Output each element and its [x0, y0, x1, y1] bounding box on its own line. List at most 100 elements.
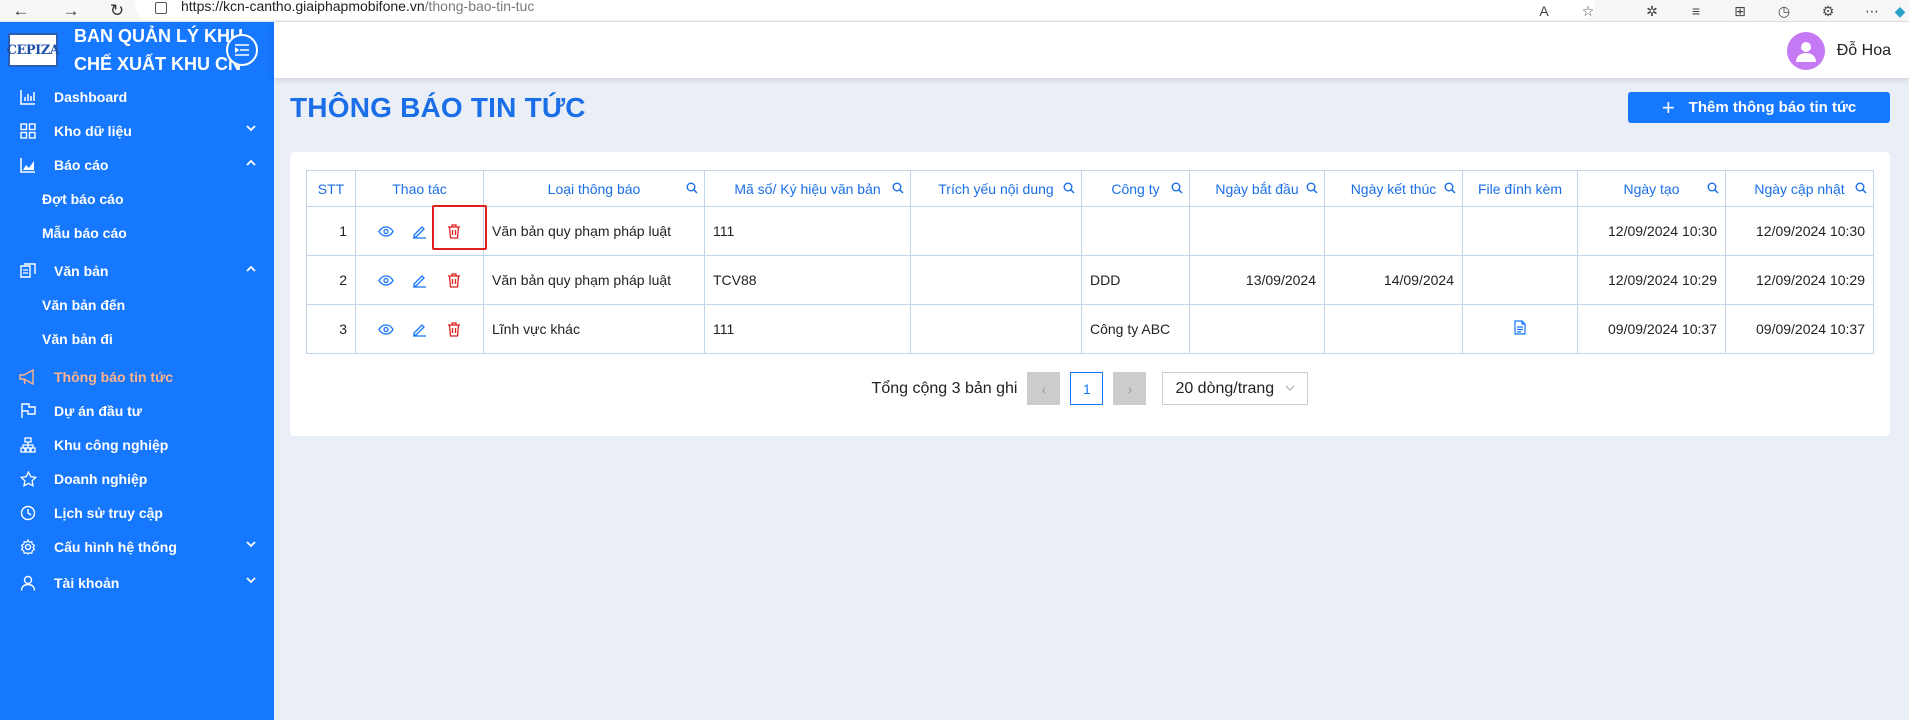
sidebar-item-tai-khoan[interactable]: Tài khoản	[0, 566, 274, 600]
forward-icon[interactable]: →	[60, 0, 82, 22]
brand-title: BAN QUẢN LÝ KHU CHẾ XUẤT KHU CN	[74, 26, 243, 74]
chevron-down-icon	[246, 577, 256, 584]
cell-stt: 1	[306, 206, 356, 256]
more-icon[interactable]: ⋯	[1863, 2, 1881, 20]
page-number-button[interactable]: 1	[1070, 372, 1104, 405]
copilot-icon[interactable]: ◆	[1891, 2, 1909, 20]
clock-icon	[18, 503, 38, 523]
column-header-ngay-ket-thuc: Ngày kết thúc	[1324, 170, 1463, 207]
search-icon[interactable]	[892, 182, 904, 194]
add-news-button[interactable]: + Thêm thông báo tin tức	[1628, 92, 1890, 123]
search-icon[interactable]	[686, 182, 698, 194]
sidebar-item-lich-su-truy-cap[interactable]: Lịch sử truy cập	[0, 496, 274, 530]
cell-ma-so: 111	[704, 304, 911, 354]
cell-file	[1462, 206, 1578, 256]
column-header-label: Mã số/ Ký hiệu văn bản	[734, 180, 881, 197]
search-icon[interactable]	[1171, 182, 1183, 194]
delete-trash-icon[interactable]	[444, 270, 464, 290]
column-header-label: Thao tác	[392, 180, 447, 197]
sidebar-item-doanh-nghiep[interactable]: Doanh nghiệp	[0, 462, 274, 496]
sidebar-item-van-ban-di[interactable]: Văn bản đi	[0, 322, 274, 356]
cell-ngay-tao: 12/09/2024 10:30	[1577, 206, 1726, 256]
sidebar-item-bao-cao[interactable]: Báo cáo	[0, 148, 274, 182]
sidebar-item-label: Tài khoản	[54, 575, 120, 591]
next-page-button[interactable]: ›	[1113, 372, 1147, 405]
column-header-label: Trích yếu nội dung	[938, 180, 1054, 197]
favorite-star-icon[interactable]: ☆	[1579, 2, 1597, 20]
edit-pencil-icon[interactable]	[410, 319, 430, 339]
search-icon[interactable]	[1444, 182, 1456, 194]
sidebar-item-kho-du-lieu[interactable]: Kho dữ liệu	[0, 114, 274, 148]
column-header-label: Ngày kết thúc	[1350, 180, 1437, 197]
reload-icon[interactable]: ↻	[106, 0, 128, 22]
sidebar-item-label: Văn bản đi	[42, 331, 113, 347]
search-icon[interactable]	[1063, 182, 1075, 194]
star-icon	[18, 469, 38, 489]
sidebar-item-khu-cong-nghiep[interactable]: Khu công nghiệp	[0, 428, 274, 462]
lock-icon	[155, 2, 167, 14]
sidebar-item-van-ban[interactable]: Văn bản	[0, 254, 274, 288]
collections-icon[interactable]: ⊞	[1731, 2, 1749, 20]
prev-page-button[interactable]: ‹	[1027, 372, 1061, 405]
delete-trash-icon[interactable]	[431, 205, 487, 250]
sidebar-item-dot-bao-cao[interactable]: Đợt báo cáo	[0, 182, 274, 216]
chevron-down-icon	[1285, 385, 1295, 391]
performance-icon[interactable]: ⚙	[1819, 2, 1837, 20]
column-header-thao-tac: Thao tác	[355, 170, 484, 207]
cell-ngay-bat-dau: 13/09/2024	[1189, 255, 1325, 305]
sidebar-item-label: Thông báo tin tức	[54, 369, 174, 385]
search-icon[interactable]	[1707, 182, 1719, 194]
top-header: Đỗ Hoa	[274, 22, 1909, 78]
edit-pencil-icon[interactable]	[410, 221, 430, 241]
sidebar-item-thong-bao-tin-tuc[interactable]: Thông báo tin tức	[0, 360, 274, 394]
delete-trash-icon[interactable]	[444, 319, 464, 339]
cell-loai: Lĩnh vực khác	[483, 304, 705, 354]
column-header-label: File đính kèm	[1477, 180, 1563, 197]
chevron-down-icon	[246, 541, 256, 548]
sidebar-item-dashboard[interactable]: Dashboard	[0, 80, 274, 114]
favorites-icon[interactable]: ≡	[1687, 2, 1705, 20]
menu-collapse-icon[interactable]	[226, 34, 258, 66]
user-icon	[18, 573, 38, 593]
cell-trich-yeu	[910, 255, 1082, 305]
read-aloud-icon[interactable]: A	[1535, 2, 1553, 20]
column-header-loai-thong-bao: Loại thông báo	[483, 170, 705, 207]
column-header-ngay-bat-dau: Ngày bắt đầu	[1189, 170, 1325, 207]
cell-ngay-bat-dau	[1189, 206, 1325, 256]
history-icon[interactable]: ◷	[1775, 2, 1793, 20]
extensions-icon[interactable]: ✲	[1643, 2, 1661, 20]
file-attachment-icon[interactable]	[1514, 320, 1526, 338]
pagination-total: Tổng cộng 3 bản ghi	[871, 379, 1018, 397]
edit-pencil-icon[interactable]	[410, 270, 430, 290]
view-eye-icon[interactable]	[376, 319, 396, 339]
cell-trich-yeu	[910, 206, 1082, 256]
sidebar-item-du-an-dau-tu[interactable]: Dự án đầu tư	[0, 394, 274, 428]
brand: CEPIZA BAN QUẢN LÝ KHU CHẾ XUẤT KHU CN	[0, 22, 274, 78]
cell-ngay-ket-thuc	[1324, 206, 1463, 256]
search-icon[interactable]	[1855, 182, 1867, 194]
sidebar-item-van-ban-den[interactable]: Văn bản đến	[0, 288, 274, 322]
back-icon[interactable]: ←	[10, 0, 32, 22]
view-eye-icon[interactable]	[376, 221, 396, 241]
megaphone-icon	[18, 367, 38, 387]
url-host: https://kcn-cantho.giaiphapmobifone.vn	[181, 0, 425, 14]
search-icon[interactable]	[1306, 182, 1318, 194]
sidebar-item-label: Văn bản	[54, 263, 109, 279]
sidebar-item-mau-bao-cao[interactable]: Mẫu báo cáo	[0, 216, 274, 250]
sidebar-item-cau-hinh-he-thong[interactable]: Cấu hình hệ thống	[0, 530, 274, 564]
address-bar[interactable]: https://kcn-cantho.giaiphapmobifone.vn/t…	[135, 0, 1595, 20]
column-header-stt: STT	[306, 170, 356, 207]
cell-ngay-cap-nhat: 12/09/2024 10:30	[1725, 206, 1874, 256]
cell-actions	[355, 255, 484, 305]
cell-cong-ty: Công ty ABC	[1081, 304, 1190, 354]
page-size-select[interactable]: 20 dòng/trang	[1162, 372, 1309, 405]
column-header-ngay-cap-nhat: Ngày cập nhật	[1725, 170, 1874, 207]
sidebar-item-label: Đợt báo cáo	[42, 191, 124, 207]
column-header-trich-yeu: Trích yếu nội dung	[910, 170, 1082, 207]
chevron-up-icon	[246, 265, 256, 272]
cell-stt: 3	[306, 304, 356, 354]
sidebar-item-label: Văn bản đến	[42, 297, 126, 313]
user-menu[interactable]: Đỗ Hoa	[1786, 32, 1891, 70]
view-eye-icon[interactable]	[376, 270, 396, 290]
sidebar-item-label: Báo cáo	[54, 157, 109, 173]
